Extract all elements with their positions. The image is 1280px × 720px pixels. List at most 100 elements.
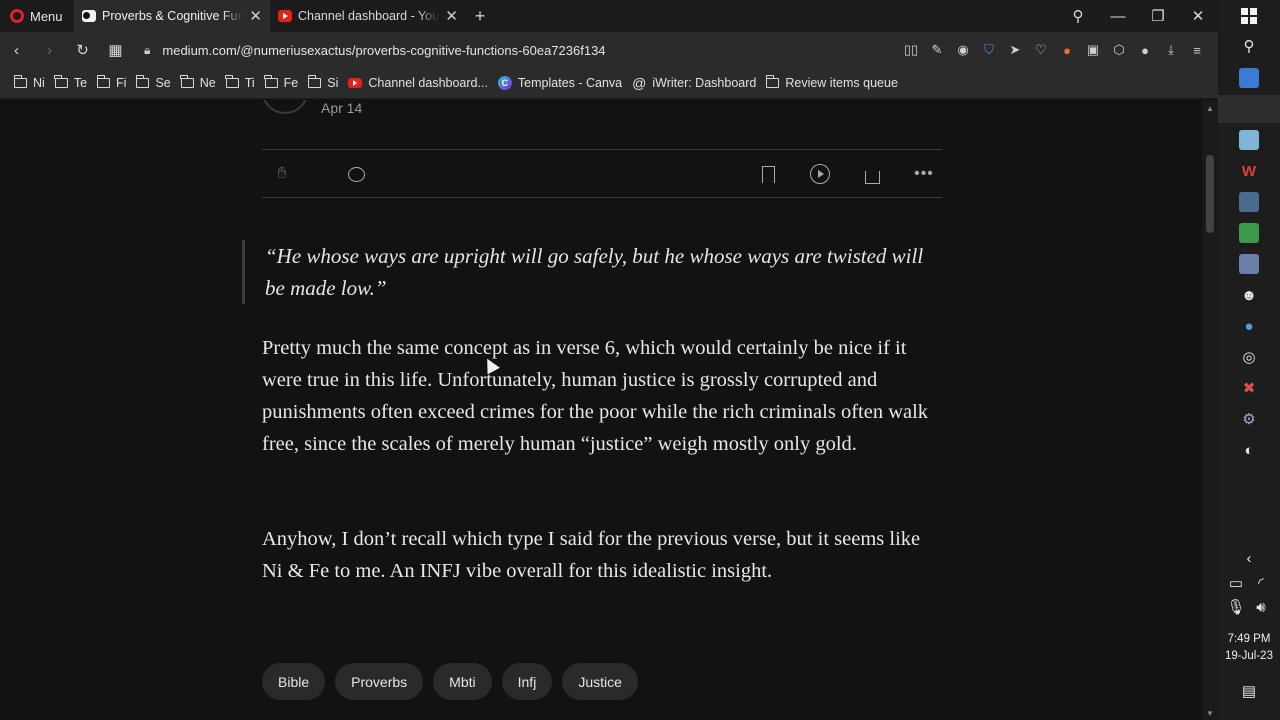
camera-icon[interactable]: ◉ bbox=[950, 32, 976, 68]
article-action-bar: ✋︎ ••• bbox=[262, 149, 942, 198]
wps-office-icon[interactable]: W bbox=[1239, 161, 1259, 181]
tab-close-icon[interactable]: ✕ bbox=[249, 7, 262, 25]
windows-start-icon[interactable] bbox=[1239, 6, 1259, 26]
cube-icon[interactable]: ⬡ bbox=[1106, 32, 1132, 68]
more-options-icon[interactable]: ••• bbox=[912, 162, 936, 186]
folder-icon bbox=[180, 75, 194, 88]
url-field[interactable]: 🔒︎ medium.com/@numeriusexactus/proverbs-… bbox=[144, 43, 898, 58]
article-paragraph: Pretty much the same concept as in verse… bbox=[262, 337, 929, 455]
heart-icon[interactable]: ♡ bbox=[1028, 32, 1054, 68]
volume-icon[interactable]: 🔊︎ bbox=[1251, 597, 1271, 617]
brave-ext-icon[interactable]: ● bbox=[1054, 32, 1080, 68]
scrollbar-thumb[interactable] bbox=[1206, 155, 1214, 233]
youtube-icon bbox=[278, 10, 292, 22]
bookmark-channel-dashboard[interactable]: Channel dashboard... bbox=[348, 76, 488, 90]
bookmark-ni[interactable]: Ni bbox=[13, 75, 45, 90]
author-avatar[interactable] bbox=[262, 100, 308, 114]
bookmark-fe[interactable]: Fe bbox=[264, 75, 298, 90]
back-button[interactable]: ‹ bbox=[0, 32, 33, 68]
screen-tool-icon[interactable] bbox=[1239, 192, 1259, 212]
listen-play-icon[interactable] bbox=[808, 162, 832, 186]
obs-icon[interactable]: ◎ bbox=[1239, 347, 1259, 367]
bookmark-se[interactable]: Se bbox=[135, 75, 171, 90]
folder-icon bbox=[135, 75, 150, 88]
lock-icon: 🔒︎ bbox=[144, 42, 151, 57]
folder-icon bbox=[264, 75, 278, 88]
bookmark-label: iWriter: Dashboard bbox=[652, 76, 757, 90]
share-icon[interactable] bbox=[860, 162, 884, 186]
tag-mbti[interactable]: Mbti bbox=[433, 663, 492, 700]
tray-expand-icon[interactable]: ‹ bbox=[1239, 548, 1259, 568]
opera-logo-icon bbox=[10, 9, 24, 23]
comment-icon[interactable] bbox=[344, 162, 368, 186]
bookmark-review-items[interactable]: Review items queue bbox=[765, 75, 898, 90]
wifi-icon[interactable]: ◜ bbox=[1251, 573, 1271, 593]
scroll-up-icon[interactable]: ▲ bbox=[1206, 104, 1214, 113]
photos-app-icon[interactable] bbox=[1239, 68, 1259, 88]
misc-app-icon[interactable]: ◐ bbox=[1239, 440, 1259, 460]
calculator-icon[interactable] bbox=[1239, 254, 1259, 274]
gimp-icon[interactable]: ☻ bbox=[1239, 285, 1259, 305]
shopping-icon[interactable]: ▣ bbox=[1080, 32, 1106, 68]
bookmark-fi[interactable]: Fi bbox=[96, 75, 126, 90]
tab-proverbs[interactable]: Proverbs & Cognitive Functions ✕ bbox=[74, 0, 270, 32]
bookmark-ne[interactable]: Ne bbox=[180, 75, 216, 90]
microphone-icon[interactable]: 🎙︎ bbox=[1226, 597, 1246, 617]
tag-proverbs[interactable]: Proverbs bbox=[335, 663, 424, 700]
folder-icon bbox=[225, 75, 239, 88]
bookmark-label: Templates - Canva bbox=[517, 76, 623, 90]
notifications-icon[interactable]: ▤ bbox=[1239, 681, 1259, 701]
tab-bar: Menu Proverbs & Cognitive Functions ✕ Ch… bbox=[0, 0, 1218, 32]
reload-button[interactable]: ↻ bbox=[66, 32, 99, 68]
url-text: medium.com/@numeriusexactus/proverbs-cog… bbox=[162, 42, 606, 58]
battery-icon[interactable]: ▭ bbox=[1226, 573, 1246, 593]
forward-button[interactable]: › bbox=[33, 32, 66, 68]
tag-infj[interactable]: Infj bbox=[501, 663, 553, 700]
folder-icon bbox=[96, 75, 111, 88]
folder-icon bbox=[307, 75, 322, 88]
send-icon[interactable]: ➤ bbox=[1002, 32, 1028, 68]
bookmark-te[interactable]: Te bbox=[54, 75, 87, 90]
bookmark-si[interactable]: Si bbox=[307, 75, 338, 90]
tab-youtube-studio[interactable]: Channel dashboard - YouTube Studio ✕ bbox=[270, 0, 466, 32]
minimize-button[interactable]: — bbox=[1098, 0, 1138, 32]
edit-share-icon[interactable]: ✎ bbox=[924, 32, 950, 68]
tab-title: Channel dashboard - YouTube Studio bbox=[298, 9, 440, 23]
clock-time: 7:49 PM bbox=[1227, 633, 1271, 645]
tag-justice[interactable]: Justice bbox=[562, 663, 638, 700]
tag-list: Bible Proverbs Mbti Infj Justice bbox=[262, 663, 638, 700]
clap-icon[interactable]: ✋︎ bbox=[270, 162, 294, 186]
system-clock[interactable]: 7:49 PM 19-Jul-23 bbox=[1218, 631, 1280, 665]
bookmark-add-icon[interactable] bbox=[756, 162, 780, 186]
download-icon[interactable]: ⤓ bbox=[1158, 32, 1184, 68]
spreadsheet-icon[interactable] bbox=[1239, 223, 1259, 243]
bookmark-canva[interactable]: C Templates - Canva bbox=[497, 76, 623, 90]
notepad-icon[interactable] bbox=[1239, 130, 1259, 150]
easy-setup-icon[interactable]: ≡ bbox=[1184, 32, 1210, 68]
folder-icon bbox=[765, 75, 780, 88]
active-app-highlight bbox=[1218, 95, 1280, 123]
scroll-down-icon[interactable]: ▼ bbox=[1206, 709, 1214, 718]
speed-dial-icon[interactable]: ▦ bbox=[99, 32, 132, 68]
restore-button[interactable]: ❐ bbox=[1138, 0, 1178, 32]
extensions-toolbar: ▯▯ ✎ ◉ ⛉ ➤ ♡ ● ▣ ⬡ ● ⤓ ≡ bbox=[898, 32, 1210, 68]
medium-icon bbox=[82, 10, 96, 22]
globe-app-icon[interactable]: ● bbox=[1239, 316, 1259, 336]
close-window-button[interactable]: ✕ bbox=[1178, 0, 1218, 32]
search-icon[interactable]: ⚲ bbox=[1239, 36, 1259, 56]
shield-check-icon[interactable]: ⛉ bbox=[976, 32, 1002, 68]
recorder-icon[interactable]: ✖ bbox=[1239, 378, 1259, 398]
profile-avatar-icon[interactable]: ● bbox=[1132, 32, 1158, 68]
tag-bible[interactable]: Bible bbox=[262, 663, 326, 700]
new-tab-button[interactable]: + bbox=[466, 0, 494, 32]
tab-close-icon[interactable]: ✕ bbox=[445, 7, 458, 25]
page-scrollbar[interactable]: ▲ ▼ bbox=[1202, 100, 1218, 720]
publish-date: Apr 14 bbox=[321, 100, 363, 116]
bookmark-iwriter[interactable]: @ iWriter: Dashboard bbox=[632, 75, 756, 91]
search-tabs-icon[interactable]: ⚲ bbox=[1058, 0, 1098, 32]
reader-icon[interactable]: ▯▯ bbox=[898, 32, 924, 68]
opera-menu-button[interactable]: Menu bbox=[0, 0, 74, 32]
settings-tool-icon[interactable]: ⚙ bbox=[1239, 409, 1259, 429]
bookmark-ti[interactable]: Ti bbox=[225, 75, 255, 90]
scripture-quote: “He whose ways are upright will go safel… bbox=[242, 240, 942, 304]
